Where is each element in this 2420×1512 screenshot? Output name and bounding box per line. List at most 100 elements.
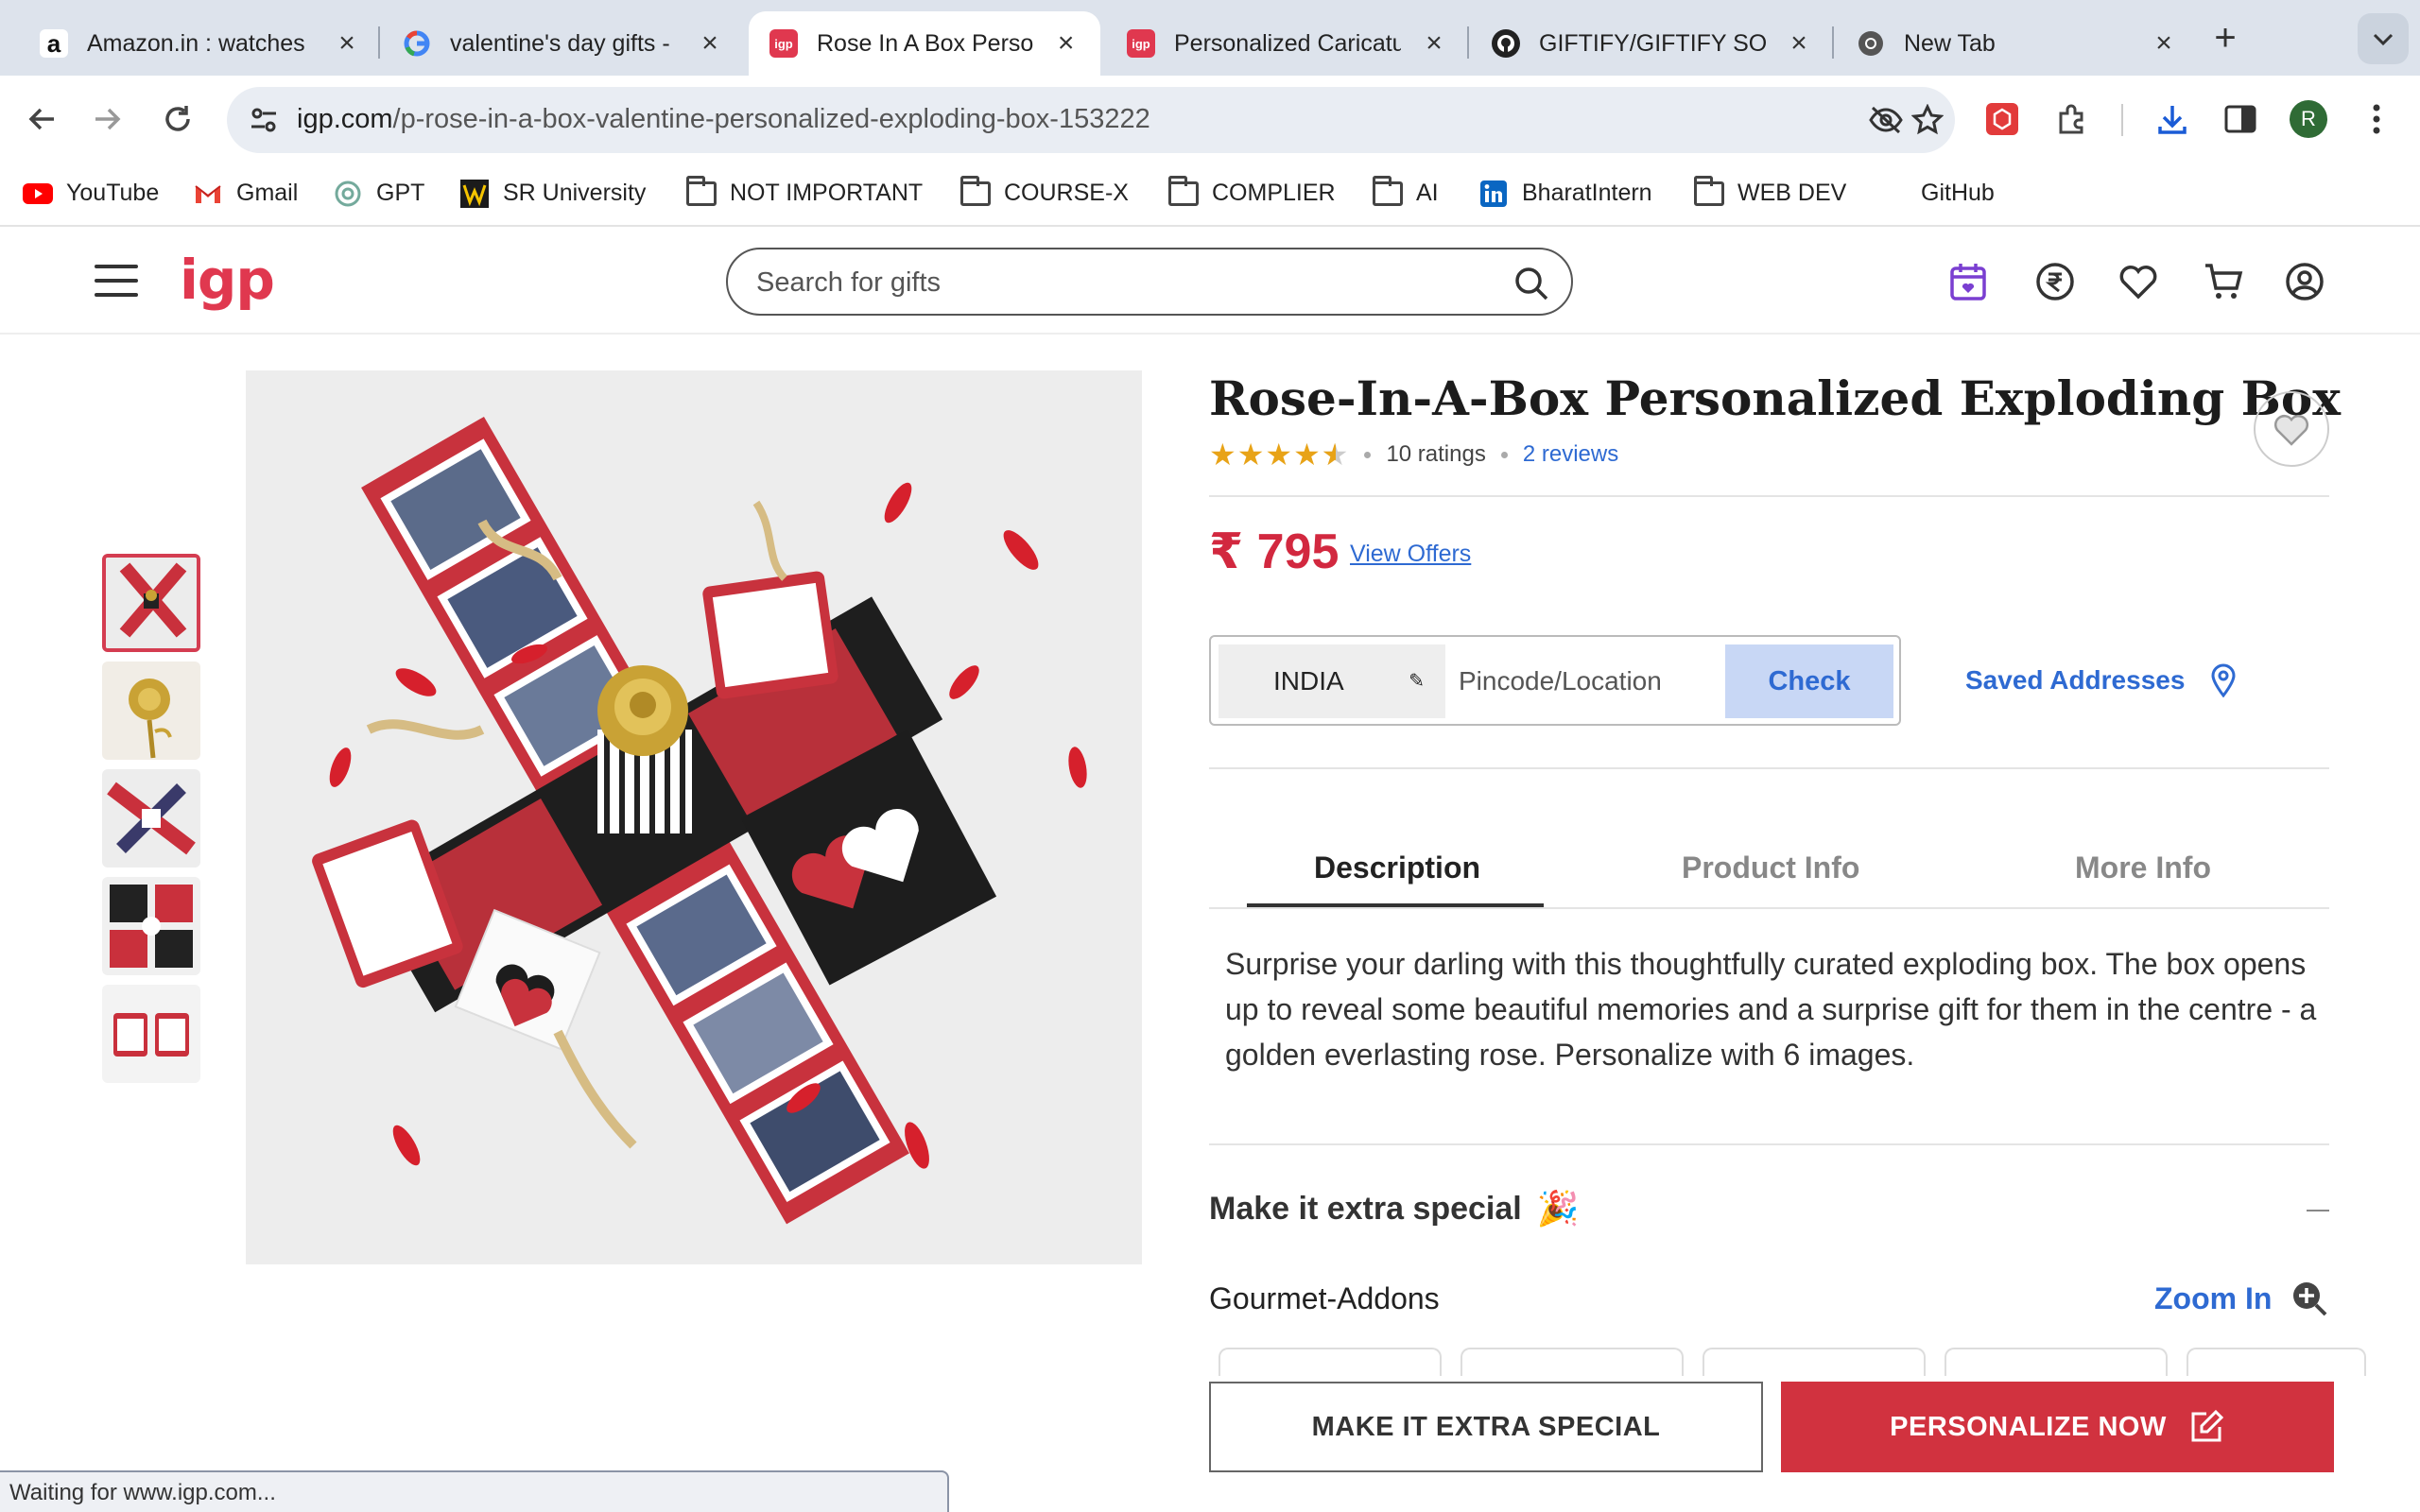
profile-avatar[interactable]: R	[2290, 100, 2327, 138]
bookmark-folder-ai[interactable]: AI	[1373, 175, 1439, 207]
arrow-right-icon	[95, 108, 121, 130]
edit-icon	[2191, 1409, 2223, 1442]
forward-button[interactable]	[83, 94, 132, 144]
address-bar[interactable]: igp.com/p-rose-in-a-box-valentine-person…	[227, 87, 1955, 153]
arrow-left-icon	[28, 108, 54, 130]
product-main-image[interactable]	[246, 370, 1142, 1264]
close-tab-icon[interactable]: ×	[696, 27, 724, 60]
tab-more-info[interactable]: More Info	[2075, 850, 2211, 885]
account-icon[interactable]	[2284, 261, 2325, 302]
browser-tab[interactable]: valentine's day gifts - ×	[382, 11, 745, 76]
youtube-icon	[23, 180, 53, 207]
site-info-icon[interactable]	[248, 104, 280, 136]
reload-button[interactable]	[153, 94, 202, 144]
search-input[interactable]	[756, 263, 1494, 302]
location-pin-icon	[2211, 663, 2236, 697]
bookmark-gpt[interactable]: GPT	[333, 180, 424, 207]
bookmark-folder-course-x[interactable]: COURSE-X	[960, 175, 1129, 207]
browser-tab[interactable]: GIFTIFY/GIFTIFY SOU ×	[1471, 11, 1834, 76]
url-text[interactable]: igp.com/p-rose-in-a-box-valentine-person…	[297, 104, 1150, 135]
bookmark-star-icon[interactable]	[1910, 102, 1945, 138]
folder-icon	[1168, 175, 1199, 207]
thumbnail-2[interactable]	[102, 662, 200, 760]
browser-tab[interactable]: New Tab ×	[1836, 11, 2199, 76]
addon-card[interactable]	[1219, 1348, 1442, 1376]
tab-description[interactable]: Description	[1314, 850, 1480, 885]
bookmark-gmail[interactable]: Gmail	[193, 180, 298, 207]
close-tab-icon[interactable]: ×	[333, 27, 361, 60]
addon-card[interactable]	[1703, 1348, 1926, 1376]
chevron-down-icon	[2373, 33, 2394, 46]
tab-separator	[378, 26, 380, 59]
bookmark-youtube[interactable]: YouTube	[23, 180, 159, 207]
search-icon[interactable]	[1512, 265, 1550, 302]
half-star-icon: ★★	[1321, 438, 1350, 472]
new-tab-button[interactable]: +	[2206, 17, 2244, 59]
zoom-in-icon	[2293, 1282, 2327, 1316]
bookmark-bharatintern[interactable]: BharatIntern	[1478, 180, 1652, 207]
tab-separator	[1832, 26, 1834, 59]
country-selector[interactable]: INDIA ✎	[1219, 644, 1445, 718]
thumbnail-1[interactable]	[102, 554, 200, 652]
browser-tab-active[interactable]: igp Rose In A Box Person ×	[749, 11, 1100, 76]
saved-addresses-link[interactable]: Saved Addresses	[1965, 663, 2236, 697]
extra-special-section[interactable]: Make it extra special 🎉	[1209, 1189, 2329, 1236]
tab-separator	[1467, 26, 1469, 59]
bookmark-sr-university[interactable]: SR University	[459, 179, 646, 208]
addon-card[interactable]	[1461, 1348, 1684, 1376]
calendar-reminder-icon[interactable]	[1947, 261, 1989, 302]
back-button[interactable]	[17, 94, 66, 144]
pincode-input[interactable]	[1459, 654, 1714, 709]
view-offers-link[interactable]: View Offers	[1350, 541, 1471, 568]
menu-hamburger-icon[interactable]	[95, 265, 138, 297]
eye-slash-icon[interactable]	[1868, 102, 1904, 138]
make-it-extra-special-button[interactable]: MAKE IT EXTRA SPECIAL	[1209, 1382, 1763, 1472]
bookmark-github[interactable]: GitHub	[1921, 180, 1995, 207]
cart-icon[interactable]	[2203, 261, 2244, 302]
bookmark-label: WEB DEV	[1737, 180, 1847, 206]
openai-icon	[333, 180, 363, 207]
thumbnail-3[interactable]	[102, 769, 200, 868]
close-tab-icon[interactable]: ×	[2150, 27, 2178, 60]
browser-toolbar: igp.com/p-rose-in-a-box-valentine-person…	[0, 76, 2420, 163]
gourmet-addons-heading: Gourmet-Addons	[1209, 1281, 1440, 1315]
addon-card[interactable]	[2187, 1348, 2366, 1376]
browser-menu-icon[interactable]	[2354, 96, 2399, 142]
folder-icon	[686, 175, 717, 207]
extension-red-icon[interactable]	[1979, 96, 2025, 142]
tab-product-info[interactable]: Product Info	[1682, 850, 1859, 885]
close-tab-icon[interactable]: ×	[1420, 27, 1448, 60]
bookmark-label: NOT IMPORTANT	[730, 180, 924, 206]
igp-icon: igp	[769, 29, 798, 58]
thumbnail-5[interactable]	[102, 985, 200, 1083]
side-panel-icon[interactable]	[2218, 96, 2263, 142]
bookmark-label: GPT	[376, 180, 425, 206]
tab-title: New Tab	[1904, 29, 1996, 57]
bookmark-label: GitHub	[1921, 180, 1995, 206]
tab-search-button[interactable]	[2358, 13, 2409, 64]
wishlist-heart-icon[interactable]	[2118, 261, 2159, 302]
zoom-in-button[interactable]: Zoom In	[2154, 1280, 2328, 1317]
extensions-puzzle-icon[interactable]	[2049, 96, 2095, 142]
close-tab-icon[interactable]: ×	[1785, 27, 1813, 60]
close-tab-icon[interactable]: ×	[1052, 27, 1080, 60]
personalize-now-button[interactable]: PERSONALIZE NOW	[1781, 1382, 2334, 1472]
add-to-wishlist-button[interactable]	[2254, 391, 2329, 467]
bookmark-label: YouTube	[66, 180, 160, 206]
tab-title: GIFTIFY/GIFTIFY SOU	[1539, 29, 1766, 57]
download-icon[interactable]	[2150, 96, 2195, 142]
bookmark-folder-not-important[interactable]: NOT IMPORTANT	[686, 175, 924, 207]
bookmark-folder-web-dev[interactable]: WEB DEV	[1694, 175, 1847, 207]
collapse-minus-icon[interactable]	[2307, 1210, 2329, 1211]
addon-card[interactable]	[1945, 1348, 2168, 1376]
browser-tab[interactable]: a Amazon.in : watches ×	[19, 11, 382, 76]
igp-logo[interactable]: igp	[180, 248, 275, 312]
browser-tab[interactable]: igp Personalized Caricatu ×	[1106, 11, 1469, 76]
tab-title: Rose In A Box Person	[817, 29, 1034, 57]
bookmark-folder-complier[interactable]: COMPLIER	[1168, 175, 1336, 207]
currency-rupee-icon[interactable]	[2034, 261, 2076, 302]
thumbnail-4[interactable]	[102, 877, 200, 975]
check-button[interactable]: Check	[1725, 644, 1893, 718]
amazon-icon: a	[40, 29, 68, 58]
reviews-link[interactable]: 2 reviews	[1523, 441, 1618, 468]
